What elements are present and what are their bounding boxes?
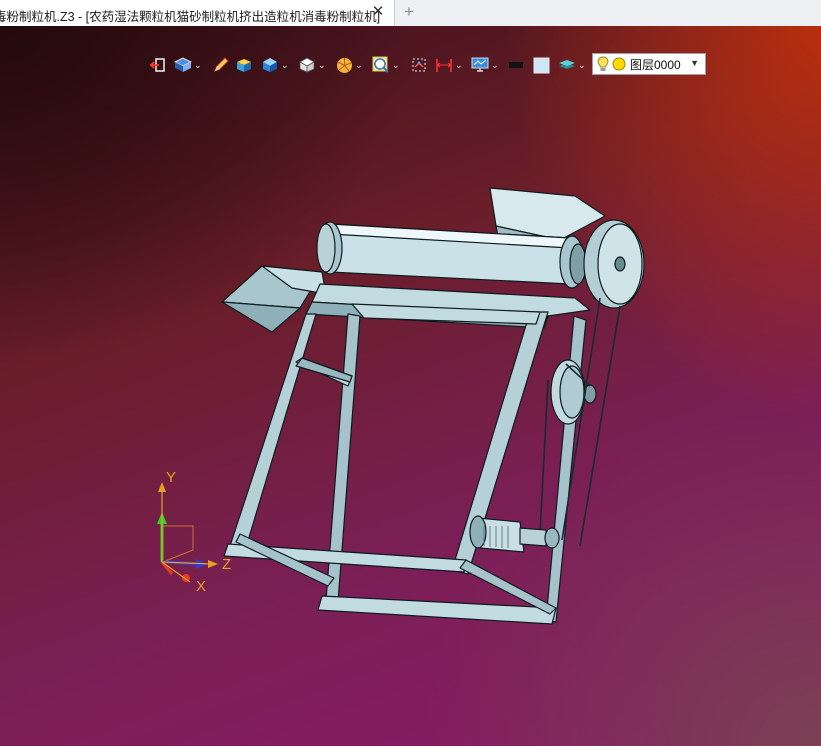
document-tab-title: 毒粉制粒机.Z3 - [农药湿法颗粒机猫砂制粒机挤出造粒机消毒粉制粒机] (0, 10, 381, 24)
document-tab[interactable]: 毒粉制粒机.Z3 - [农药湿法颗粒机猫砂制粒机挤出造粒机消毒粉制粒机] ✕ (0, 0, 395, 26)
left-front-leg (227, 313, 317, 555)
y-axis-label: Y (166, 469, 177, 486)
x-axis-label: X (196, 578, 207, 595)
granulator-model[interactable] (0, 26, 821, 746)
axis-triad (157, 482, 218, 583)
z-axis-label: Z (222, 556, 232, 573)
close-tab-icon[interactable]: ✕ (371, 4, 385, 19)
add-tab-button[interactable]: + (402, 3, 416, 20)
3d-viewport[interactable]: ⌄ ⌄ ⌄ ⌄ ⌄ ⌄ ⌄ ⌄ 图层0000 ▼ Y Z X (0, 26, 821, 746)
tab-bar: 毒粉制粒机.Z3 - [农药湿法颗粒机猫砂制粒机挤出造粒机消毒粉制粒机] ✕ + (0, 0, 821, 27)
bottom-frame-base (317, 595, 557, 625)
